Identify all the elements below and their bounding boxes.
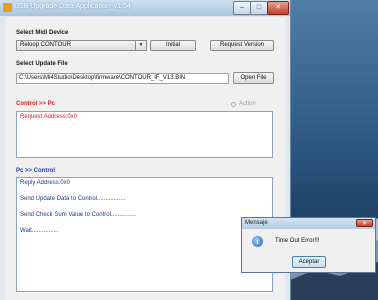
pc-to-control-label: Pc >> Control xyxy=(16,168,56,174)
control-to-pc-log[interactable]: Request Address:0x0 xyxy=(16,111,273,158)
title-bar[interactable]: USB Upgrade Data Application_v1.04 – □ ✕ xyxy=(0,0,290,16)
open-file-button[interactable]: Open File xyxy=(233,72,274,84)
dialog-title: Mensaje xyxy=(245,220,268,226)
midi-device-dropdown[interactable]: Reloop CONTOUR ▼ xyxy=(16,40,147,51)
app-icon xyxy=(3,3,12,12)
select-update-file-label: Select Update File xyxy=(16,61,68,67)
log-line: Wait................ xyxy=(20,228,59,234)
log-line: Send Update Data to Control.............… xyxy=(20,196,126,202)
log-line: Send Check Sum Value to Control.........… xyxy=(20,212,136,218)
initial-button[interactable]: Initial xyxy=(150,40,196,51)
window-title: USB Upgrade Data Application_v1.04 xyxy=(14,3,131,10)
pc-to-control-log[interactable]: Reply Address:0x0 Send Update Data to Co… xyxy=(16,177,273,292)
message-dialog: Mensaje ✕ i Time Out Error!!! Aceptar xyxy=(241,217,376,273)
select-midi-device-label: Select Midi Device xyxy=(16,30,69,36)
action-label: Action xyxy=(239,101,256,107)
accept-button[interactable]: Aceptar xyxy=(292,256,326,268)
dialog-title-bar[interactable]: Mensaje ✕ xyxy=(242,218,375,229)
minimize-button[interactable]: – xyxy=(233,1,251,15)
close-button[interactable]: ✕ xyxy=(267,1,289,15)
radio-circle-icon xyxy=(231,102,236,107)
maximize-button[interactable]: □ xyxy=(250,1,268,15)
control-to-pc-label: Control >> Pc xyxy=(16,101,56,107)
dialog-close-button[interactable]: ✕ xyxy=(356,219,373,227)
log-line: Request Address:0x0 xyxy=(20,114,78,120)
info-icon: i xyxy=(252,236,263,247)
update-file-path-field[interactable]: C:\Users\Mi4Studio\Desktop\firmware\CONT… xyxy=(16,73,229,84)
request-version-button[interactable]: Request Version xyxy=(210,40,274,51)
chevron-down-icon[interactable]: ▼ xyxy=(135,41,146,50)
dialog-message: Time Out Error!!! xyxy=(275,238,320,244)
midi-device-value: Reloop CONTOUR xyxy=(20,42,71,48)
log-line: Reply Address:0x0 xyxy=(20,180,71,186)
